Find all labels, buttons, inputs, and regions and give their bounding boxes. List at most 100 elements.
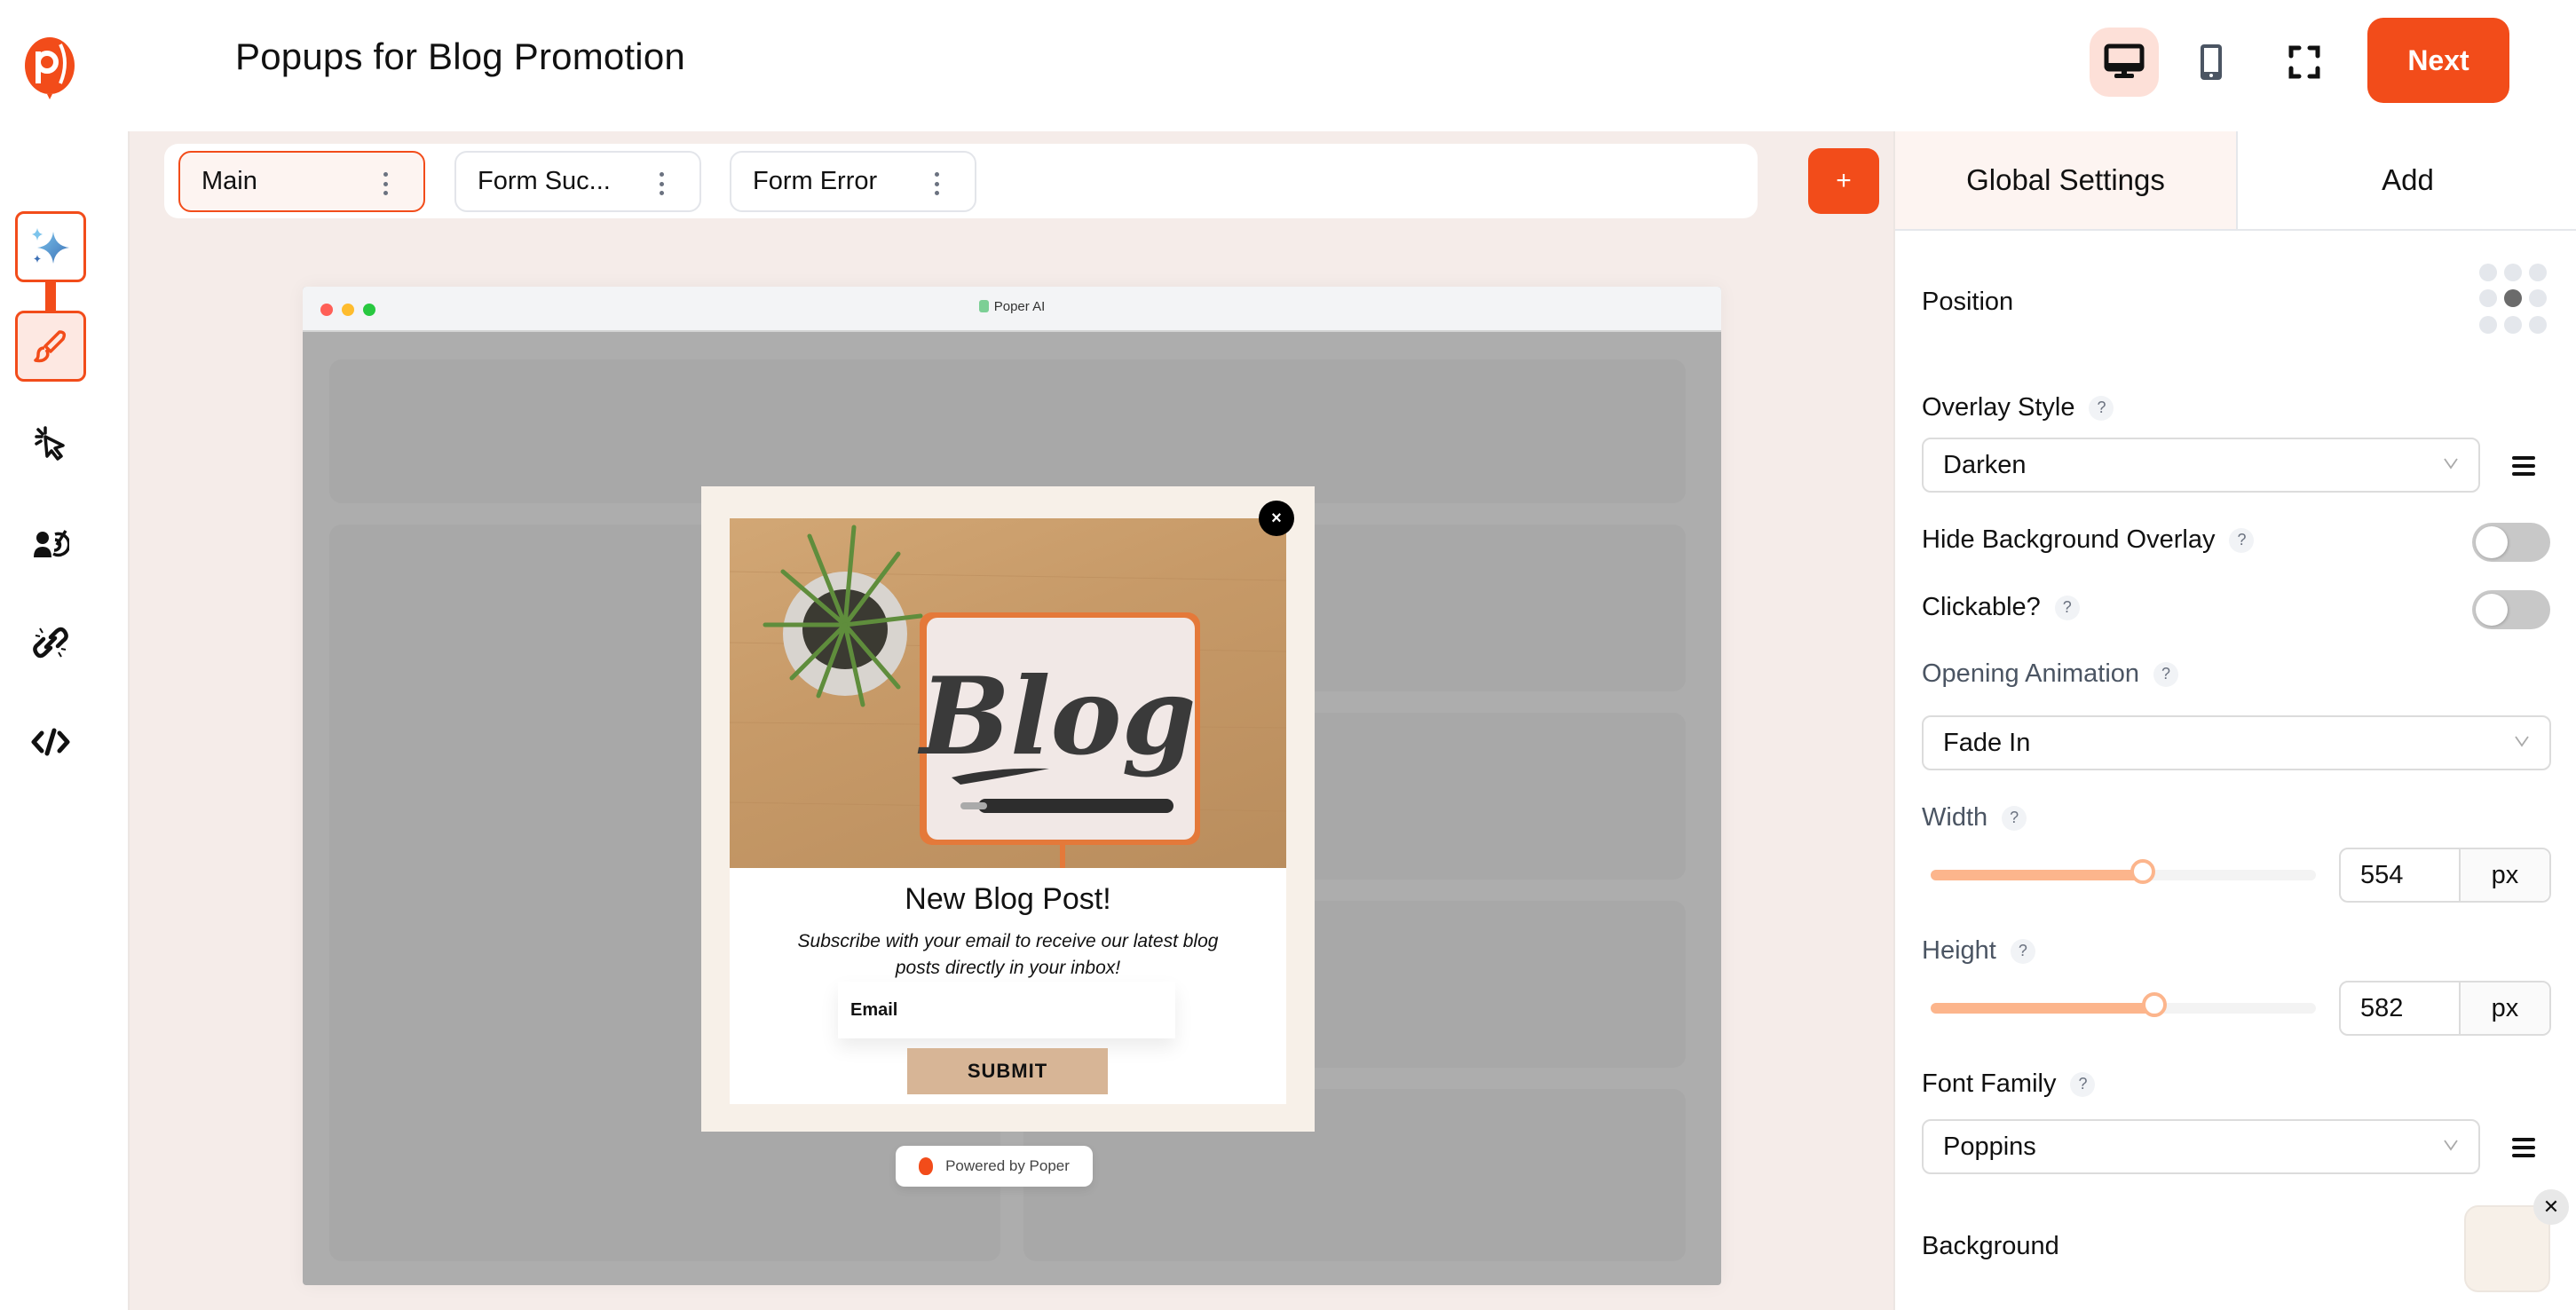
kebab-menu-icon[interactable] [659,172,664,195]
poper-mini-logo-icon [919,1157,934,1175]
height-slider[interactable] [1931,992,2316,1017]
kebab-menu-icon[interactable] [383,172,388,195]
overlay-style-text: Overlay Style [1922,393,2075,422]
height-label: Height? [1922,936,2035,966]
clear-background-button[interactable]: ✕ [2533,1189,2569,1225]
toggle-knob [2476,594,2508,626]
link-icon [33,627,68,659]
position-bottom-center[interactable] [2504,315,2522,334]
page-title: Popups for Blog Promotion [235,36,685,77]
next-button[interactable]: Next [2367,18,2509,103]
slider-fill [1931,1003,2154,1014]
position-center[interactable] [2504,289,2522,308]
desktop-view-button[interactable] [2090,28,2159,97]
position-bottom-left[interactable] [2479,315,2497,334]
add-screen-button[interactable]: + [1808,148,1879,214]
submit-button[interactable]: SUBMIT [907,1048,1108,1094]
position-label: Position [1922,288,2014,316]
font-family-menu-icon[interactable] [2512,1138,2535,1157]
sidebar-item-ai[interactable] [15,211,86,282]
help-icon[interactable]: ? [2054,595,2080,620]
overlay-style-label: Overlay Style? [1922,393,2114,422]
position-picker[interactable] [2479,264,2550,335]
hide-bg-overlay-label: Hide Background Overlay? [1922,525,2255,555]
width-value[interactable]: 554 [2341,849,2461,901]
opening-animation-select[interactable]: Fade In [1922,715,2551,770]
position-middle-right[interactable] [2529,289,2547,308]
popup-close-button[interactable]: × [1259,501,1294,536]
screen-tab-label: Main [201,167,257,195]
sidebar-item-integrations[interactable] [15,607,86,678]
width-input[interactable]: 554 px [2339,848,2551,903]
sidebar-item-embed-code[interactable] [15,706,86,777]
height-text: Height [1922,936,1996,965]
chevron-down-icon [2515,736,2529,747]
sidebar-item-design[interactable] [15,311,86,382]
width-label: Width? [1922,803,2027,833]
screen-tab-main[interactable]: Main [178,151,425,212]
slider-thumb[interactable] [2130,859,2155,884]
browser-title-text: Poper AI [993,299,1046,314]
width-unit[interactable]: px [2461,849,2549,901]
position-top-left[interactable] [2479,264,2497,281]
height-unit[interactable]: px [2461,982,2549,1034]
help-icon[interactable]: ? [2229,527,2255,553]
screen-tab-label: Form Error [753,167,878,195]
background-label: Background [1922,1232,2059,1260]
height-value[interactable]: 582 [2341,982,2461,1034]
sidebar-item-audience[interactable] [15,508,86,579]
poper-logo-icon[interactable] [23,36,76,107]
browser-address: Poper AI [303,299,1721,314]
top-header: Popups for Blog Promotion Next [0,0,2576,131]
powered-by-text: Powered by Poper [945,1157,1070,1174]
height-input[interactable]: 582 px [2339,981,2551,1036]
help-icon[interactable]: ? [2153,661,2179,687]
font-family-select[interactable]: Poppins [1922,1119,2480,1174]
chevron-down-icon [2444,1140,2458,1151]
hide-bg-overlay-toggle[interactable] [2472,523,2550,562]
help-icon[interactable]: ? [2089,395,2114,421]
browser-titlebar: Poper AI [303,287,1721,332]
fullscreen-button[interactable] [2270,28,2339,97]
audience-target-icon [34,530,69,557]
sidebar-item-triggers[interactable] [15,408,86,479]
clickable-toggle[interactable] [2472,590,2550,629]
screen-tab-form-success[interactable]: Form Suc... [454,151,701,212]
left-sidebar [0,131,130,1310]
lock-icon [978,300,989,312]
opening-animation-label: Opening Animation? [1922,659,2179,689]
position-top-right[interactable] [2529,264,2547,281]
font-family-label: Font Family? [1922,1069,2096,1099]
hide-bg-overlay-text: Hide Background Overlay [1922,525,2216,554]
help-icon[interactable]: ? [2010,938,2035,964]
tab-global-settings[interactable]: Global Settings [1895,131,2238,231]
blog-image-text: Blog [918,654,1197,779]
overlay-style-select[interactable]: Darken [1922,438,2480,493]
fullscreen-icon [2288,45,2320,79]
popup-heading: New Blog Post! [905,882,1111,916]
powered-by-badge[interactable]: Powered by Poper [896,1146,1093,1187]
browser-preview: Poper AI Blog New Blog Post! Subscribe w… [303,287,1721,1285]
width-slider[interactable] [1931,859,2316,884]
slider-thumb[interactable] [2141,992,2167,1017]
kebab-menu-icon[interactable] [934,172,939,195]
placeholder-block [329,359,1686,503]
email-field[interactable]: Email [838,982,1175,1038]
position-middle-left[interactable] [2479,289,2497,308]
popup-preview[interactable]: Blog New Blog Post! Subscribe with your … [701,486,1315,1132]
paintbrush-icon [34,330,67,363]
position-bottom-right[interactable] [2529,315,2547,334]
help-icon[interactable]: ? [2002,805,2027,831]
code-icon [31,728,70,756]
font-family-text: Font Family [1922,1069,2057,1098]
blog-image[interactable]: Blog [730,518,1286,868]
overlay-style-menu-icon[interactable] [2512,456,2535,476]
help-icon[interactable]: ? [2070,1071,2096,1097]
tab-add[interactable]: Add [2238,131,2576,231]
screen-tab-form-error[interactable]: Form Error [730,151,976,212]
mobile-view-button[interactable] [2177,28,2246,97]
opening-animation-value: Fade In [1943,728,2031,757]
toggle-knob [2476,526,2508,558]
position-top-center[interactable] [2504,264,2522,281]
screen-tabs-bar: Main Form Suc... Form Error [164,144,1758,218]
